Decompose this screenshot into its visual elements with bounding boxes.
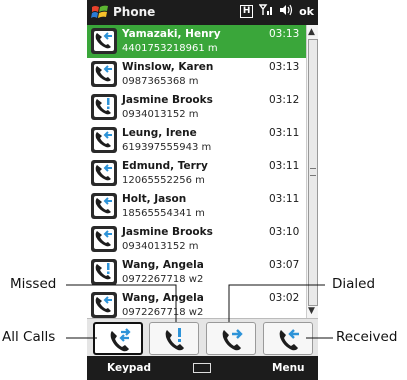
callout-dialed: Dialed: [332, 276, 376, 292]
callout-all-calls: All Calls: [2, 329, 56, 345]
callout-missed: Missed: [10, 276, 57, 292]
callout-lines: [66, 284, 333, 339]
callout-received: Received: [336, 329, 398, 345]
